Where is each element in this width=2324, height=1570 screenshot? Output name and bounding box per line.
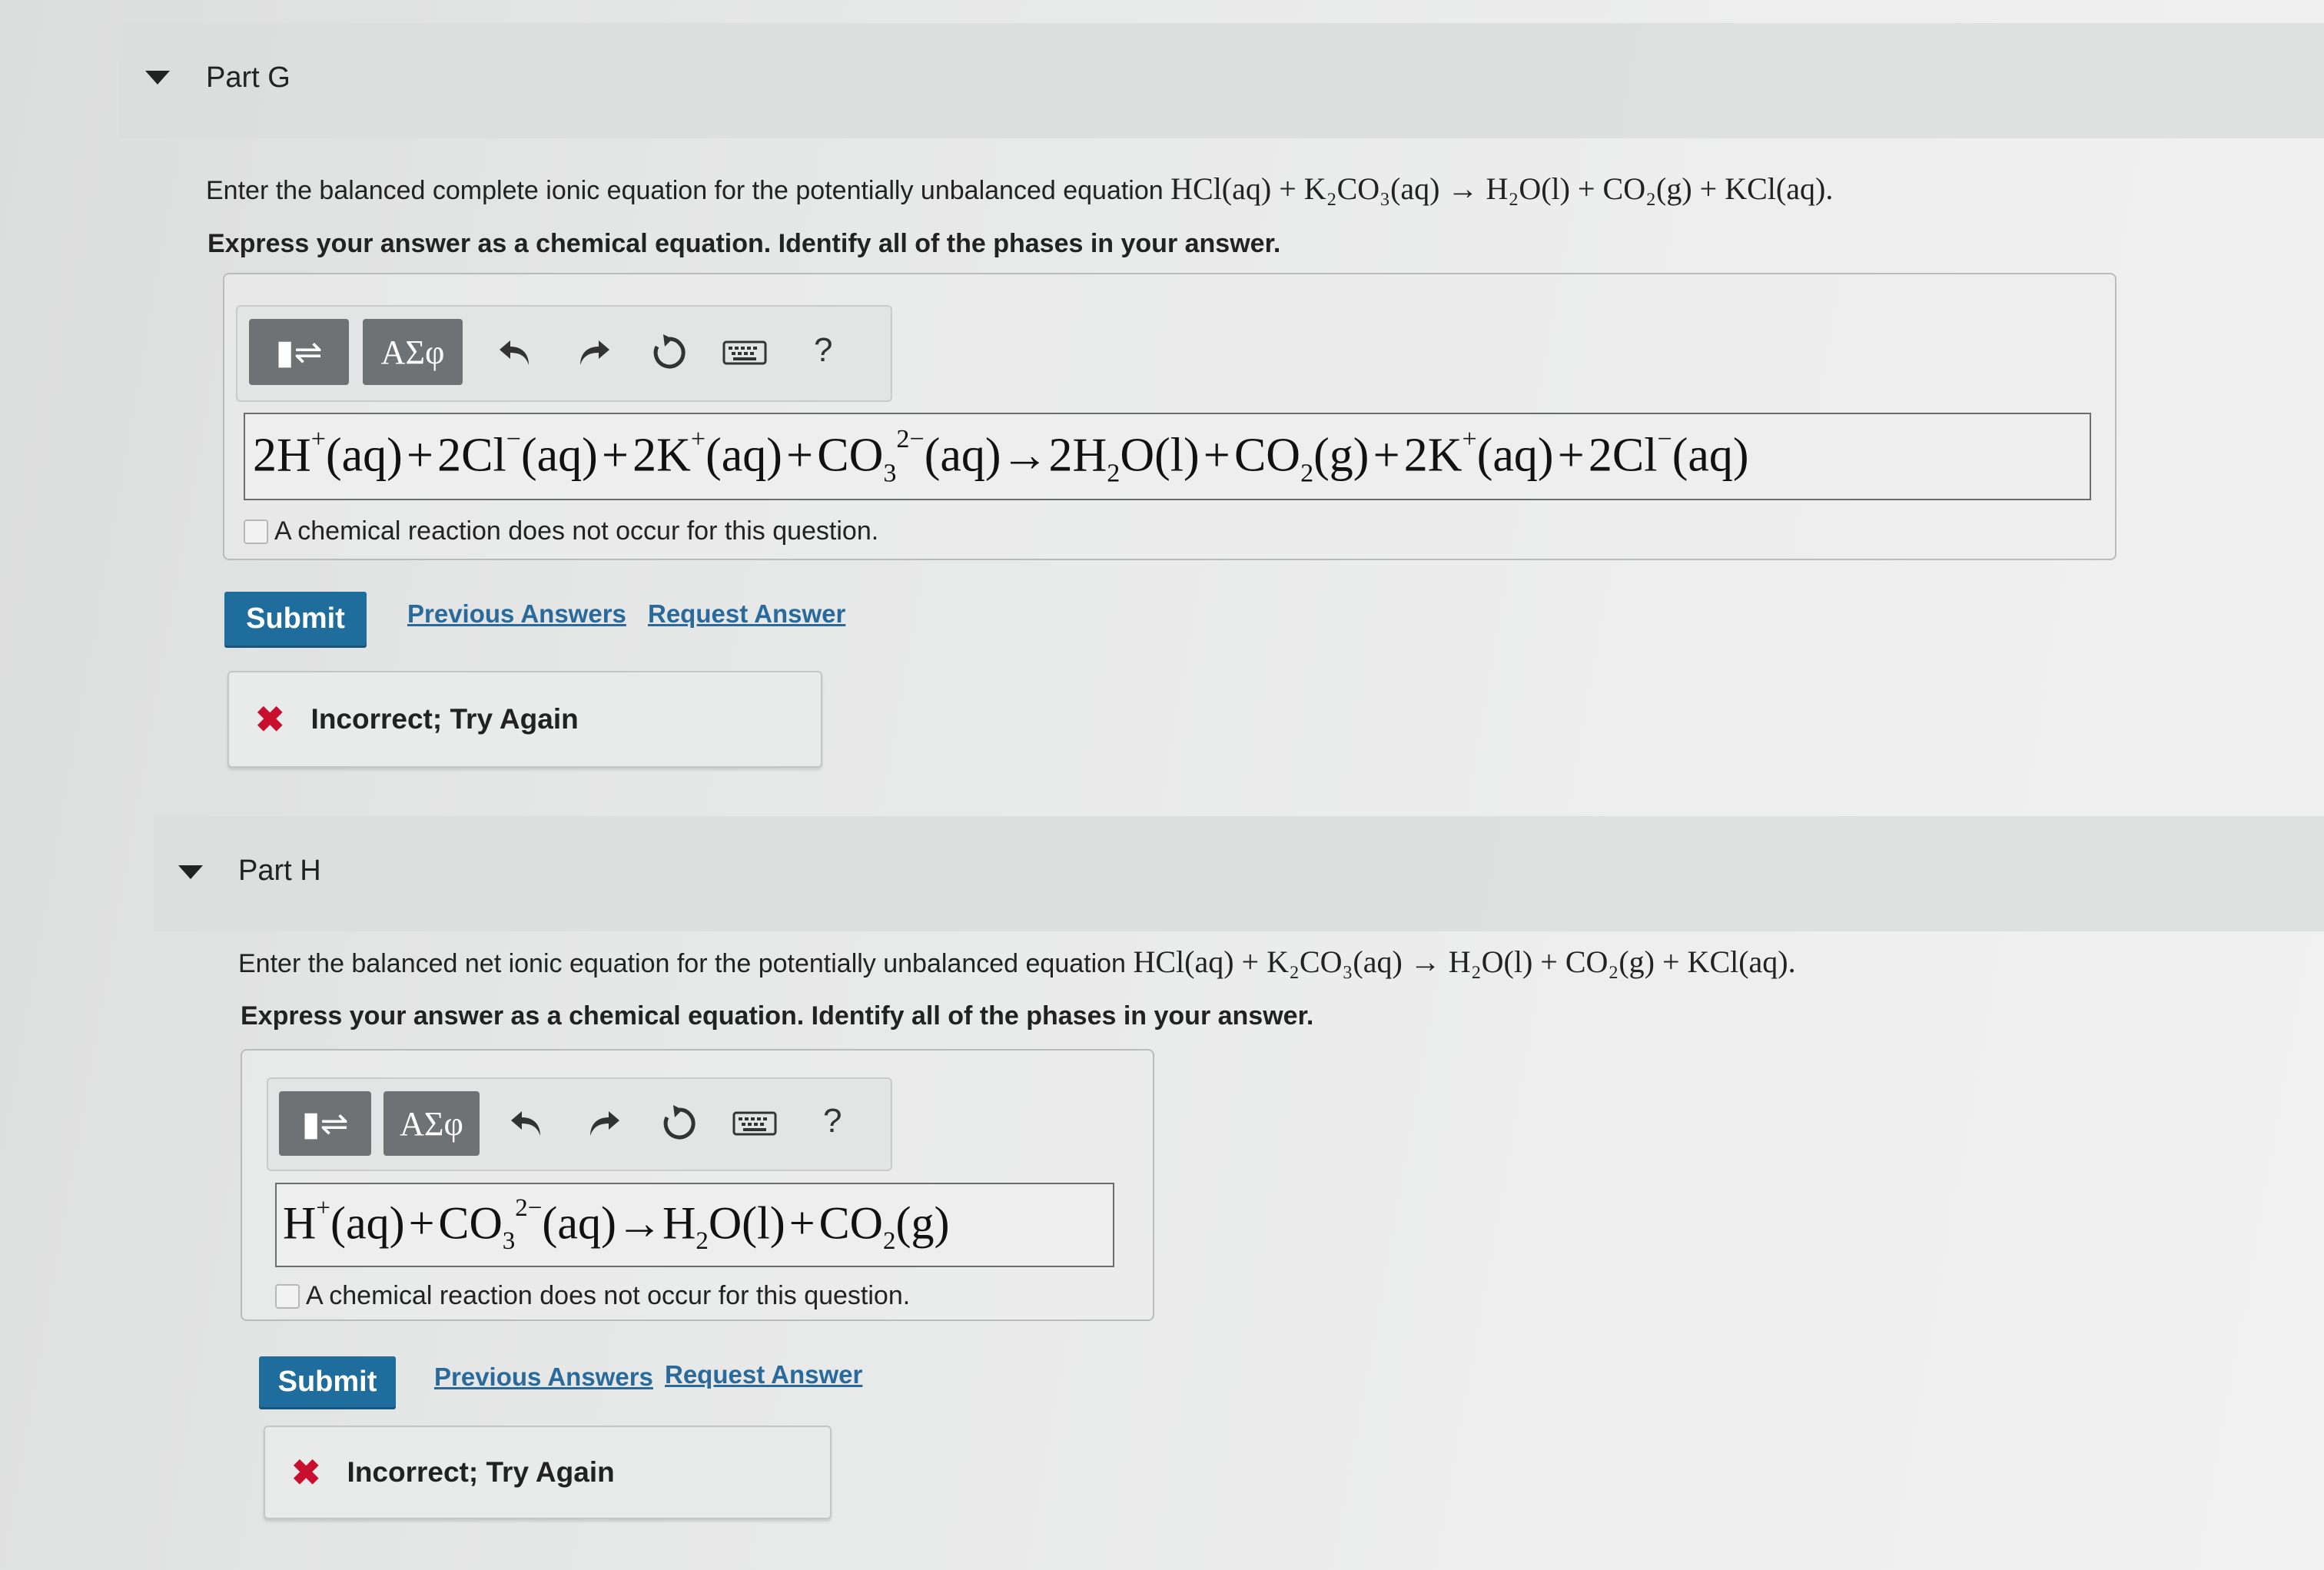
answer-expression: 2H+(aq) + 2Cl−(aq) + 2K+(aq) + CO32−(aq)… bbox=[253, 424, 1749, 488]
symbols-label: ΑΣφ bbox=[400, 1104, 463, 1143]
question-prompt: Enter the balanced net ionic equation fo… bbox=[238, 944, 1796, 980]
part-title: Part H bbox=[238, 855, 321, 887]
no-reaction-checkbox[interactable] bbox=[275, 1283, 300, 1309]
assignment-page: Part G Enter the balanced complete ionic… bbox=[0, 0, 2324, 1570]
previous-answers-link[interactable]: Previous Answers bbox=[434, 1363, 653, 1392]
no-reaction-option[interactable]: A chemical reaction does not occur for t… bbox=[275, 1281, 910, 1311]
redo-icon[interactable] bbox=[572, 330, 618, 376]
feedback-box: ✖ Incorrect; Try Again bbox=[227, 671, 822, 768]
part-h-header[interactable]: Part H bbox=[154, 816, 2324, 931]
answer-instruction: Express your answer as a chemical equati… bbox=[208, 229, 1281, 258]
prompt-text: Enter the balanced complete ionic equati… bbox=[206, 176, 1164, 205]
no-reaction-option[interactable]: A chemical reaction does not occur for t… bbox=[244, 516, 878, 546]
symbols-label: ΑΣφ bbox=[380, 333, 445, 371]
templates-icon: ▮⇌ bbox=[301, 1104, 349, 1143]
undo-icon[interactable] bbox=[503, 1100, 549, 1147]
help-icon[interactable]: ? bbox=[814, 331, 832, 370]
reset-icon[interactable] bbox=[646, 330, 692, 376]
prompt-equation: HCl(aq) + K₂CO₃(aq) → H₂O(l) + CO₂(g) + … bbox=[1170, 171, 1834, 206]
answer-input[interactable]: 2H+(aq) + 2Cl−(aq) + 2K+(aq) + CO32−(aq)… bbox=[244, 413, 2091, 500]
reset-icon[interactable] bbox=[656, 1100, 702, 1147]
previous-answers-link[interactable]: Previous Answers bbox=[407, 599, 626, 629]
templates-button[interactable]: ▮⇌ bbox=[249, 319, 349, 385]
keyboard-icon[interactable] bbox=[728, 1100, 782, 1147]
part-g-header[interactable]: Part G bbox=[119, 23, 2324, 138]
collapse-triangle-icon[interactable] bbox=[145, 71, 170, 85]
prompt-equation: HCl(aq) + K₂CO₃(aq) → H₂O(l) + CO₂(g) + … bbox=[1133, 944, 1796, 979]
feedback-message: Incorrect; Try Again bbox=[310, 703, 579, 735]
symbols-button[interactable]: ΑΣφ bbox=[383, 1091, 480, 1156]
symbols-button[interactable]: ΑΣφ bbox=[363, 319, 463, 385]
feedback-message: Incorrect; Try Again bbox=[347, 1456, 615, 1488]
answer-input[interactable]: H+(aq) + CO32−(aq)→H2O(l) + CO2(g) bbox=[275, 1183, 1114, 1267]
incorrect-x-icon: ✖ bbox=[255, 699, 285, 739]
help-icon[interactable]: ? bbox=[823, 1102, 842, 1140]
question-prompt: Enter the balanced complete ionic equati… bbox=[206, 171, 1833, 207]
redo-icon[interactable] bbox=[582, 1100, 628, 1147]
prompt-text: Enter the balanced net ionic equation fo… bbox=[238, 949, 1126, 978]
submit-button[interactable]: Submit bbox=[259, 1356, 396, 1407]
undo-icon[interactable] bbox=[491, 330, 537, 376]
no-reaction-checkbox[interactable] bbox=[244, 519, 268, 544]
request-answer-link[interactable]: Request Answer bbox=[648, 599, 845, 629]
request-answer-link[interactable]: Request Answer bbox=[665, 1360, 862, 1389]
answer-box: ▮⇌ ΑΣφ ? 2H+(aq) + 2Cl−(aq) + 2K+(aq) + … bbox=[223, 273, 2116, 560]
no-reaction-label: A chemical reaction does not occur for t… bbox=[274, 516, 879, 546]
templates-icon: ▮⇌ bbox=[275, 333, 323, 371]
keyboard-icon[interactable] bbox=[718, 330, 772, 376]
templates-button[interactable]: ▮⇌ bbox=[279, 1091, 371, 1156]
answer-instruction: Express your answer as a chemical equati… bbox=[241, 1001, 1314, 1031]
incorrect-x-icon: ✖ bbox=[291, 1452, 321, 1492]
answer-expression: H+(aq) + CO32−(aq)→H2O(l) + CO2(g) bbox=[283, 1194, 950, 1255]
math-toolbar: ▮⇌ ΑΣφ ? bbox=[236, 305, 892, 402]
part-title: Part G bbox=[206, 61, 290, 94]
math-toolbar: ▮⇌ ΑΣφ ? bbox=[267, 1077, 892, 1171]
no-reaction-label: A chemical reaction does not occur for t… bbox=[306, 1281, 911, 1310]
submit-button[interactable]: Submit bbox=[224, 592, 367, 646]
collapse-triangle-icon[interactable] bbox=[178, 865, 203, 879]
feedback-box: ✖ Incorrect; Try Again bbox=[264, 1426, 832, 1519]
answer-box: ▮⇌ ΑΣφ ? H+(aq) + CO32−(aq)→H2O(l) + CO2… bbox=[241, 1049, 1154, 1321]
